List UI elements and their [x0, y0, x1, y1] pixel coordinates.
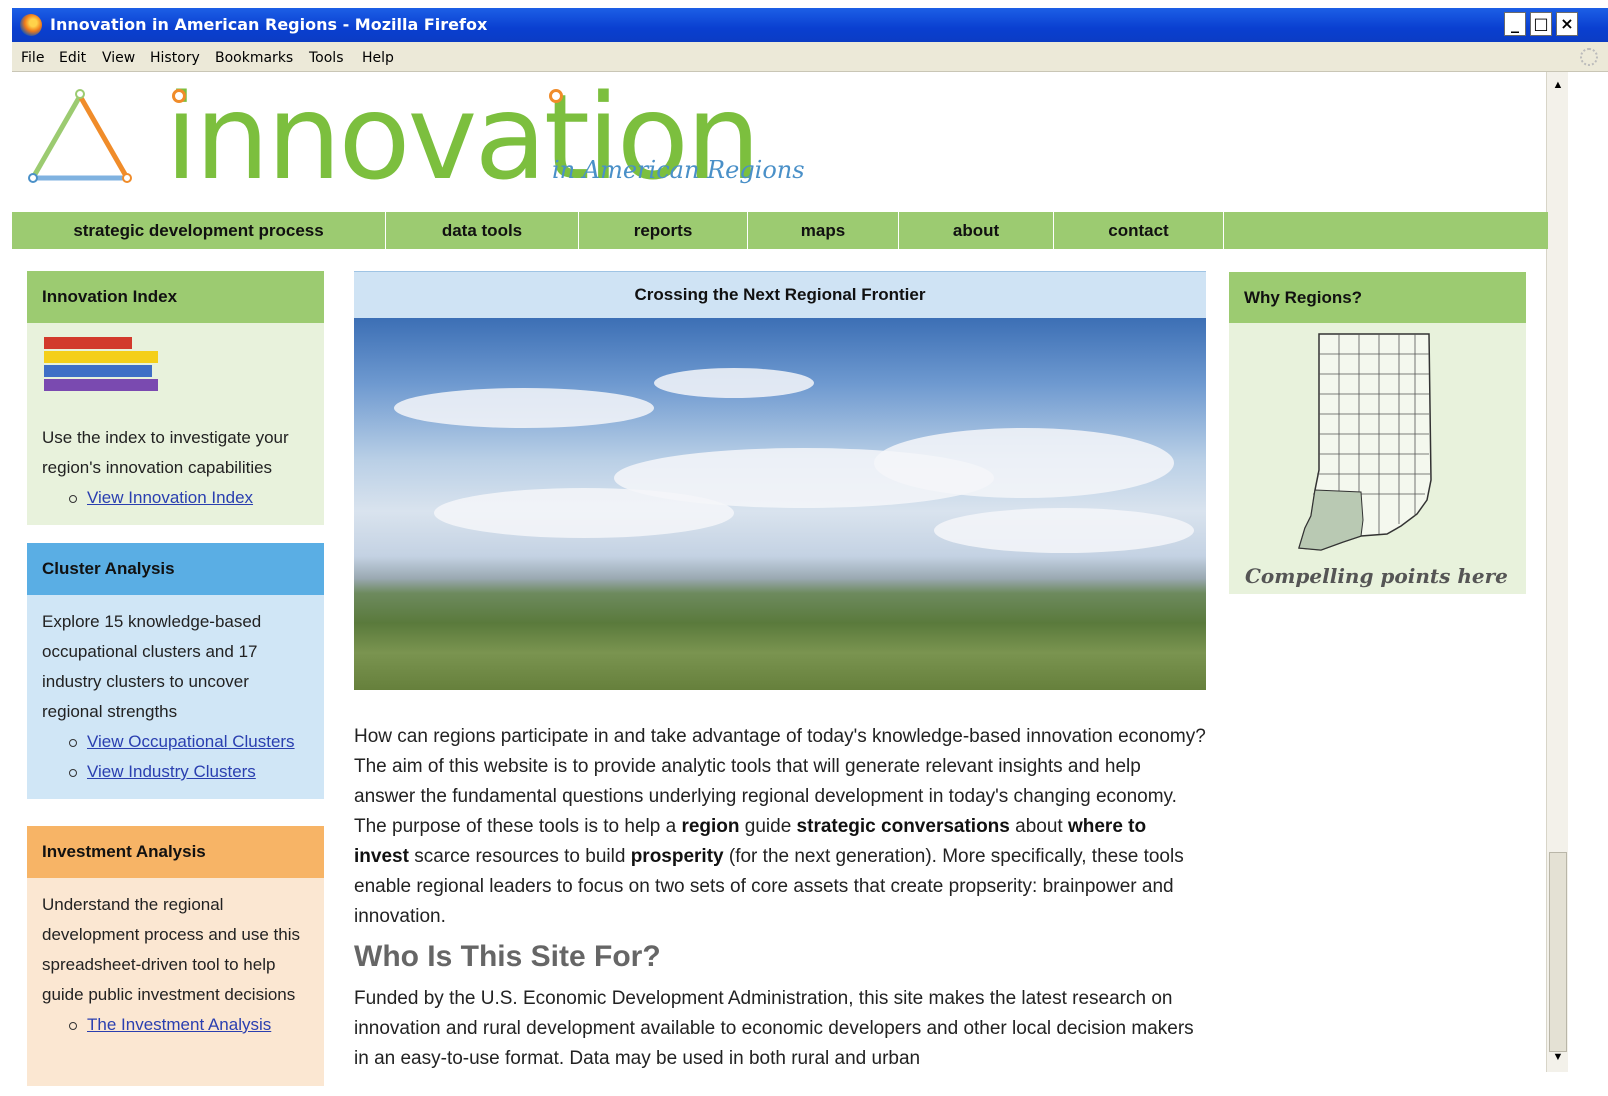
feature-caption: Crossing the Next Regional Frontier [354, 271, 1206, 318]
menu-help[interactable]: Help [362, 50, 394, 66]
innovation-index-box: Innovation Index Use the index to invest… [27, 271, 324, 525]
intro-paragraph: How can regions participate in and take … [354, 722, 1206, 932]
menu-edit[interactable]: Edit [59, 50, 86, 66]
logo-triangle-icon [28, 89, 132, 183]
scroll-up-icon[interactable]: ▲ [1549, 76, 1567, 94]
menu-history[interactable]: History [150, 50, 200, 66]
minimize-button[interactable]: _ [1504, 12, 1526, 36]
scroll-down-icon[interactable]: ▼ [1549, 1048, 1567, 1066]
investment-analysis-title: Investment Analysis [27, 826, 324, 878]
bar-chart-icon [44, 337, 158, 391]
feature-panel: Crossing the Next Regional Frontier [354, 271, 1206, 690]
scroll-thumb[interactable] [1549, 852, 1567, 1052]
who-paragraph: Funded by the U.S. Economic Development … [354, 988, 1194, 1069]
main-nav: strategic development process data tools… [12, 212, 1548, 249]
window-titlebar: Innovation in American Regions - Mozilla… [12, 8, 1608, 42]
maximize-button[interactable]: □ [1530, 12, 1552, 36]
cluster-analysis-box: Cluster Analysis Explore 15 knowledge-ba… [27, 543, 324, 799]
landscape-photo [354, 318, 1206, 690]
investment-analysis-link[interactable]: The Investment Analysis [87, 1015, 271, 1034]
list-item: The Investment Analysis [42, 1010, 309, 1040]
nav-contact[interactable]: contact [1054, 212, 1224, 249]
view-innovation-index-link[interactable]: View Innovation Index [87, 488, 253, 507]
logo-i-dot [172, 89, 186, 103]
throbber-icon [1580, 48, 1598, 66]
logo-i-dot [549, 89, 563, 103]
logo-subtitle: in American Regions [552, 156, 805, 184]
nav-reports[interactable]: reports [579, 212, 748, 249]
investment-analysis-text: Understand the regional development proc… [42, 895, 300, 1004]
why-regions-title: Why Regions? [1229, 272, 1526, 323]
view-industry-clusters-link[interactable]: View Industry Clusters [87, 762, 256, 781]
cluster-analysis-title: Cluster Analysis [27, 543, 324, 595]
window-title: Innovation in American Regions - Mozilla… [50, 15, 488, 34]
nav-about[interactable]: about [899, 212, 1054, 249]
who-heading: Who Is This Site For? [354, 940, 661, 973]
nav-data-tools[interactable]: data tools [386, 212, 579, 249]
view-occupational-clusters-link[interactable]: View Occupational Clusters [87, 732, 295, 751]
menu-bookmarks[interactable]: Bookmarks [215, 50, 293, 66]
cluster-analysis-text: Explore 15 knowledge-based occupational … [42, 612, 262, 721]
nav-strategic-development-process[interactable]: strategic development process [12, 212, 386, 249]
innovation-index-text: Use the index to investigate your region… [42, 428, 289, 477]
investment-analysis-box: Investment Analysis Understand the regio… [27, 826, 324, 1086]
list-item: View Industry Clusters [42, 757, 309, 787]
close-button[interactable]: × [1556, 12, 1578, 36]
why-regions-box: Why Regions? Compelling points here [1229, 272, 1526, 594]
menu-tools[interactable]: Tools [309, 50, 344, 66]
why-regions-caption: Compelling points here [1245, 564, 1508, 588]
intro-text: about [1009, 816, 1068, 837]
nav-maps[interactable]: maps [748, 212, 899, 249]
menu-view[interactable]: View [102, 50, 135, 66]
innovation-index-title: Innovation Index [27, 271, 324, 323]
list-item: View Innovation Index [42, 483, 309, 513]
intro-bold-prosperity: prosperity [630, 846, 724, 867]
intro-text: guide [739, 816, 797, 837]
list-item: View Occupational Clusters [42, 727, 309, 757]
menu-file[interactable]: File [21, 50, 44, 66]
intro-text: scarce resources to build [408, 846, 631, 867]
intro-bold-strategic-conversations: strategic conversations [796, 816, 1010, 837]
intro-bold-region: region [681, 816, 740, 837]
vertical-scrollbar[interactable]: ▲ ▼ [1546, 72, 1568, 1072]
firefox-icon [20, 14, 42, 36]
indiana-county-map-icon [1298, 333, 1432, 551]
